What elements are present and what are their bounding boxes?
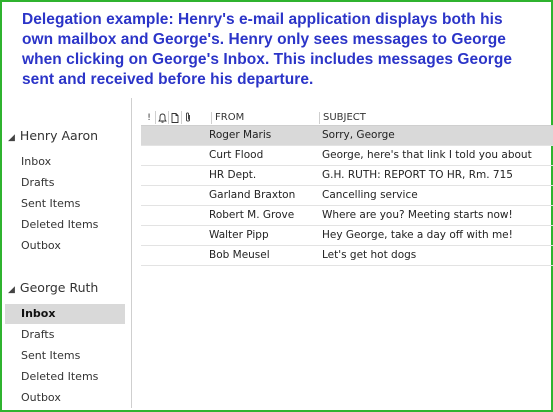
paperclip-icon bbox=[186, 112, 190, 122]
folder-george-deleted-items[interactable]: Deleted Items bbox=[5, 367, 125, 387]
importance-column-header[interactable]: ! bbox=[143, 111, 156, 124]
folder-george-drafts[interactable]: Drafts bbox=[5, 325, 125, 345]
header-icon-columns: ! bbox=[143, 111, 194, 124]
subject-column-header[interactable]: SUBJECT bbox=[319, 112, 366, 124]
caption-line: Delegation example: Henry's e-mail appli… bbox=[22, 11, 503, 28]
attachment-column-header[interactable] bbox=[182, 111, 194, 124]
message-list-header: ! FROM SUBJECT bbox=[141, 110, 553, 126]
folder-henry-outbox[interactable]: Outbox bbox=[5, 236, 125, 256]
message-row[interactable]: HR Dept. G.H. RUTH: REPORT TO HR, Rm. 71… bbox=[141, 166, 553, 186]
message-subject: Let's get hot dogs bbox=[322, 249, 417, 261]
account-name: Henry Aaron bbox=[19, 128, 99, 143]
account-george-ruth[interactable]: ◢ George Ruth bbox=[8, 280, 98, 295]
message-sender: HR Dept. bbox=[209, 169, 257, 181]
bell-icon bbox=[157, 113, 167, 123]
message-sender: Robert M. Grove bbox=[209, 209, 295, 221]
delegation-caption: Delegation example: Henry's e-mail appli… bbox=[22, 10, 547, 90]
message-sender: Bob Meusel bbox=[209, 249, 270, 261]
caption-line: when clicking on George's Inbox. This in… bbox=[22, 51, 513, 68]
message-row[interactable]: Robert M. Grove Where are you? Meeting s… bbox=[141, 206, 553, 226]
message-row[interactable]: Curt Flood George, here's that link I to… bbox=[141, 146, 553, 166]
message-subject: Sorry, George bbox=[322, 129, 395, 141]
message-subject: Where are you? Meeting starts now! bbox=[322, 209, 513, 221]
item-type-column-header[interactable] bbox=[169, 111, 182, 124]
folder-henry-sent-items[interactable]: Sent Items bbox=[5, 194, 125, 214]
message-list: ! FROM SUBJECT Roger Maris Sorry, George… bbox=[141, 110, 553, 266]
folder-pane: ◢ Henry Aaron Inbox Drafts Sent Items Del… bbox=[2, 98, 132, 408]
importance-icon: ! bbox=[147, 112, 151, 123]
message-sender: Walter Pipp bbox=[209, 229, 269, 241]
from-column-header[interactable]: FROM bbox=[211, 112, 244, 124]
message-row[interactable]: Garland Braxton Cancelling service bbox=[141, 186, 553, 206]
message-subject: Cancelling service bbox=[322, 189, 418, 201]
folder-henry-drafts[interactable]: Drafts bbox=[5, 173, 125, 193]
message-subject: G.H. RUTH: REPORT TO HR, Rm. 715 bbox=[322, 169, 513, 181]
folder-george-inbox[interactable]: Inbox bbox=[5, 304, 125, 324]
caption-line: sent and received before his departure. bbox=[22, 71, 314, 88]
folder-henry-deleted-items[interactable]: Deleted Items bbox=[5, 215, 125, 235]
document-icon bbox=[171, 112, 179, 123]
message-row[interactable]: Walter Pipp Hey George, take a day off w… bbox=[141, 226, 553, 246]
message-subject: Hey George, take a day off with me! bbox=[322, 229, 513, 241]
folder-george-sent-items[interactable]: Sent Items bbox=[5, 346, 125, 366]
message-row[interactable]: Roger Maris Sorry, George bbox=[141, 126, 553, 146]
message-sender: Garland Braxton bbox=[209, 189, 296, 201]
expand-triangle-icon[interactable]: ◢ bbox=[8, 285, 15, 295]
folder-george-outbox[interactable]: Outbox bbox=[5, 388, 125, 408]
message-subject: George, here's that link I told you abou… bbox=[322, 149, 532, 161]
caption-line: own mailbox and George's. Henry only see… bbox=[22, 31, 506, 48]
folder-henry-inbox[interactable]: Inbox bbox=[5, 152, 125, 172]
account-name: George Ruth bbox=[19, 280, 99, 295]
expand-triangle-icon[interactable]: ◢ bbox=[8, 133, 15, 143]
message-sender: Curt Flood bbox=[209, 149, 264, 161]
account-henry-aaron[interactable]: ◢ Henry Aaron bbox=[8, 128, 98, 143]
reminder-column-header[interactable] bbox=[156, 111, 169, 124]
message-sender: Roger Maris bbox=[209, 129, 272, 141]
message-row[interactable]: Bob Meusel Let's get hot dogs bbox=[141, 246, 553, 266]
